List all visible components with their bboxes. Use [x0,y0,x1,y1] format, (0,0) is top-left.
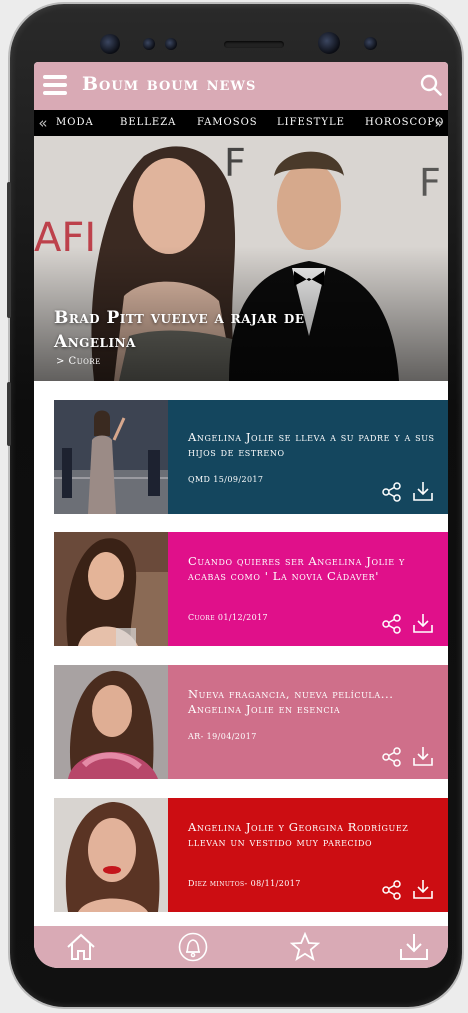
search-icon[interactable] [420,74,442,96]
share-icon[interactable] [382,747,402,767]
hero-title[interactable]: Brad Pitt vuelve a rajar de Angelina [54,306,354,354]
star-icon[interactable] [290,932,320,962]
article-thumbnail[interactable] [54,532,168,646]
article-meta: AR- 19/04/2017 [188,732,257,741]
category-famosos[interactable]: FAMOSOS [197,117,258,128]
hero-category[interactable]: > Cuore [56,356,101,367]
article-title[interactable]: Nueva fragancia, nueva película... Angel… [188,687,438,717]
article-image [54,532,168,646]
article-image [54,665,168,779]
sensor-icon [165,38,177,50]
article-title[interactable]: Angelina Jolie se lleva a su padre y a s… [188,430,438,460]
share-icon[interactable] [382,482,402,502]
article-meta: Cuore 01/12/2017 [188,613,269,622]
side-button [7,182,11,318]
category-prev-icon[interactable]: « [34,114,52,132]
front-camera-icon [100,34,120,54]
article-title[interactable]: Cuando quieres ser Angelina Jolie y acab… [188,554,438,584]
article-body[interactable]: Nueva fragancia, nueva película... Angel… [168,665,448,779]
article-image [54,400,168,514]
article-thumbnail[interactable] [54,665,168,779]
category-next-icon[interactable]: » [430,114,448,132]
article-body[interactable]: Angelina Jolie y Georgina Rodríguez llev… [168,798,448,912]
app-brand: Boum boum news [82,73,257,95]
category-moda[interactable]: MODA [56,117,94,128]
sensor-icon [143,38,155,50]
download-icon[interactable] [412,480,434,502]
earpiece-speaker [224,41,284,48]
article-image [54,798,168,912]
app-screen: Boum boum news « MODA BELLEZA FAMOSOS LI… [34,62,448,968]
article-thumbnail[interactable] [54,400,168,514]
volume-button [7,382,11,446]
bottom-nav [34,926,448,968]
hero-article[interactable]: AFI F F Brad Pitt vuelve a rajar de Ange… [34,136,448,381]
article-card[interactable]: Angelina Jolie se lleva a su padre y a s… [54,400,448,514]
sensor-icon [364,37,377,50]
share-icon[interactable] [382,614,402,634]
download-icon[interactable] [412,878,434,900]
category-belleza[interactable]: BELLEZA [120,117,176,128]
article-card[interactable]: Angelina Jolie y Georgina Rodríguez llev… [54,798,448,912]
hamburger-icon[interactable] [43,75,67,95]
article-thumbnail[interactable] [54,798,168,912]
home-icon[interactable] [66,932,96,962]
article-title[interactable]: Angelina Jolie y Georgina Rodríguez llev… [188,820,438,850]
share-icon[interactable] [382,880,402,900]
category-lifestyle[interactable]: LIFESTYLE [277,117,345,128]
article-meta: QMD 15/09/2017 [188,475,264,484]
article-body[interactable]: Angelina Jolie se lleva a su padre y a s… [168,400,448,514]
camera-icon [318,32,340,54]
phone-frame: Boum boum news « MODA BELLEZA FAMOSOS LI… [7,4,462,1007]
bell-icon[interactable] [178,932,208,962]
download-icon[interactable] [412,612,434,634]
article-card[interactable]: Cuando quieres ser Angelina Jolie y acab… [54,532,448,646]
article-meta: Diez minutos- 08/11/2017 [188,879,301,888]
article-card[interactable]: Nueva fragancia, nueva película... Angel… [54,665,448,779]
app-header: Boum boum news [34,62,448,110]
article-body[interactable]: Cuando quieres ser Angelina Jolie y acab… [168,532,448,646]
download-icon[interactable] [412,745,434,767]
category-bar: « MODA BELLEZA FAMOSOS LIFESTYLE HOROSCO… [34,110,448,136]
download-icon[interactable] [399,932,429,962]
